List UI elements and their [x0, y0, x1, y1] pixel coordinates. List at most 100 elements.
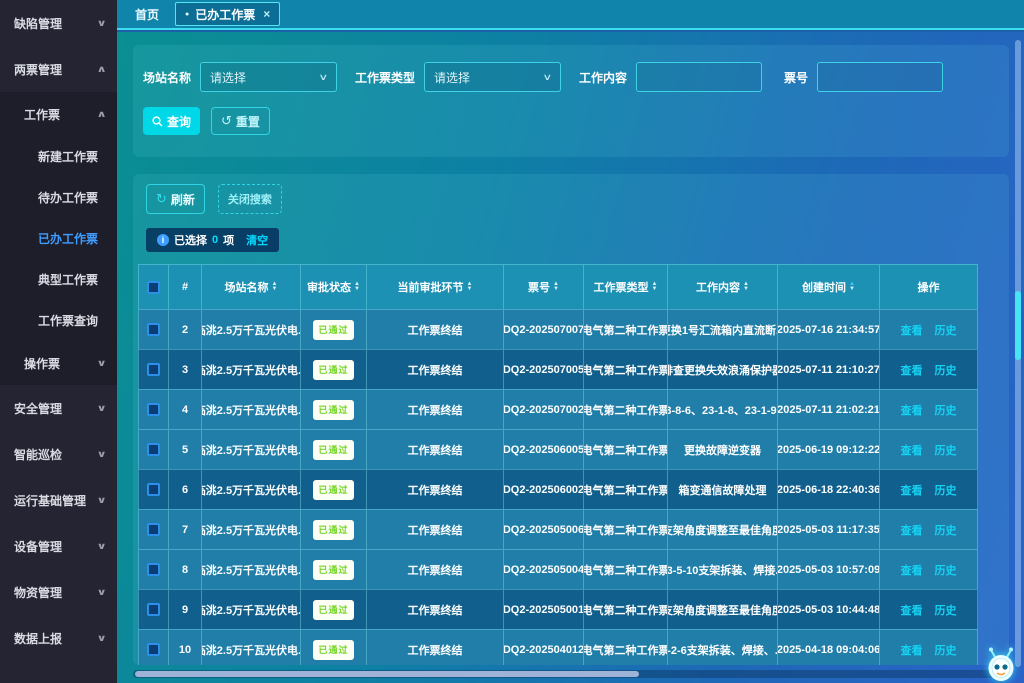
ticket-no-label: 票号 — [784, 69, 808, 86]
history-link[interactable]: 历史 — [935, 362, 957, 378]
selection-bar: i 已选择 0 项 清空 — [146, 228, 279, 252]
close-search-button[interactable]: 关闭搜索 — [218, 184, 282, 214]
view-link[interactable]: 查看 — [901, 562, 923, 578]
ticket-type-select-value: 请选择 — [434, 69, 470, 86]
row-checkbox[interactable] — [147, 603, 160, 616]
sort-icon[interactable] — [849, 282, 855, 292]
sidebar-item-done-work-ticket[interactable]: 已办工作票 — [0, 218, 117, 259]
col-header-station[interactable]: 场站名称 — [202, 265, 301, 309]
view-link[interactable]: 查看 — [901, 522, 923, 538]
sidebar-item-new-work-ticket[interactable]: 新建工作票 — [0, 136, 117, 177]
col-header-status[interactable]: 审批状态 — [301, 265, 367, 309]
history-link[interactable]: 历史 — [935, 482, 957, 498]
select-all-checkbox[interactable] — [147, 281, 160, 294]
clear-selection-link[interactable]: 清空 — [246, 232, 268, 248]
sidebar-item-work-ticket[interactable]: 工作票 ∧ — [0, 92, 117, 136]
ticket-type-select[interactable]: 请选择 ∨ — [424, 62, 561, 92]
sidebar-item-operation-base-mgmt[interactable]: 运行基础管理 ∨ — [0, 477, 117, 523]
tab-bar: 首页 ● 已办工作票 × — [117, 0, 1024, 30]
view-link[interactable]: 查看 — [901, 602, 923, 618]
chevron-down-icon: ∨ — [96, 403, 106, 414]
view-link[interactable]: 查看 — [901, 642, 923, 658]
view-link[interactable]: 查看 — [901, 402, 923, 418]
chevron-down-icon: ∨ — [96, 18, 106, 29]
sidebar-item-defect-mgmt[interactable]: 缺陷管理 ∨ — [0, 0, 117, 46]
search-buttons: 查询 ↺ 重置 — [143, 107, 1009, 135]
col-header-time[interactable]: 创建时间 — [778, 265, 880, 309]
sidebar-item-material-mgmt[interactable]: 物资管理 ∨ — [0, 569, 117, 615]
table-panel: ↻ 刷新 关闭搜索 i 已选择 0 项 清空 # 场站名称 审批状态 当前审批环… — [133, 174, 1009, 665]
sort-icon[interactable] — [743, 282, 749, 292]
sort-icon[interactable] — [467, 282, 473, 292]
vertical-scrollbar[interactable] — [1015, 40, 1021, 667]
query-button[interactable]: 查询 — [143, 107, 200, 135]
view-link[interactable]: 查看 — [901, 442, 923, 458]
col-header-content[interactable]: 工作内容 — [668, 265, 778, 309]
search-panel: 场站名称 请选择 ∨ 工作票类型 请选择 ∨ 工作内容 票号 查询 ↺ 重置 — [133, 45, 1009, 157]
tab-done-work-ticket[interactable]: ● 已办工作票 × — [175, 2, 280, 26]
history-link[interactable]: 历史 — [935, 642, 957, 658]
sidebar: 缺陷管理 ∨ 两票管理 ∧ 工作票 ∧ 新建工作票 待办工作票 已办工作票 典型… — [0, 0, 117, 683]
reset-button[interactable]: ↺ 重置 — [211, 107, 270, 135]
col-header-step[interactable]: 当前审批环节 — [367, 265, 504, 309]
station-name-select[interactable]: 请选择 ∨ — [200, 62, 337, 92]
table-row: 10 临洮2.5万千瓦光伏电... 已通过 工作票终结 DQ2-20250401… — [138, 629, 978, 665]
sidebar-item-typical-work-ticket[interactable]: 典型工作票 — [0, 259, 117, 300]
tab-home[interactable]: 首页 — [127, 3, 167, 26]
row-checkbox[interactable] — [147, 443, 160, 456]
sort-icon[interactable] — [272, 282, 278, 292]
row-checkbox[interactable] — [147, 563, 160, 576]
chevron-up-icon: ∧ — [96, 109, 106, 120]
refresh-button-label: 刷新 — [171, 191, 195, 208]
sort-icon[interactable] — [553, 282, 559, 292]
work-ticket-table: # 场站名称 审批状态 当前审批环节 票号 工作票类型 工作内容 创建时间 操作… — [138, 264, 978, 665]
table-row: 4 临洮2.5万千瓦光伏电... 已通过 工作票终结 DQ2-202507002… — [138, 389, 978, 429]
history-link[interactable]: 历史 — [935, 322, 957, 338]
close-search-label: 关闭搜索 — [228, 191, 272, 207]
row-checkbox[interactable] — [147, 523, 160, 536]
row-checkbox[interactable] — [147, 363, 160, 376]
info-icon: i — [157, 234, 169, 246]
sidebar-item-data-report[interactable]: 数据上报 ∨ — [0, 615, 117, 661]
refresh-button[interactable]: ↻ 刷新 — [146, 184, 205, 214]
row-checkbox[interactable] — [147, 323, 160, 336]
query-button-label: 查询 — [167, 113, 191, 130]
assistant-robot-icon[interactable] — [983, 645, 1019, 683]
history-link[interactable]: 历史 — [935, 562, 957, 578]
view-link[interactable]: 查看 — [901, 362, 923, 378]
col-header-num: # — [169, 265, 202, 309]
tab-close-icon[interactable]: × — [263, 7, 270, 21]
sidebar-item-pending-work-ticket[interactable]: 待办工作票 — [0, 177, 117, 218]
chevron-down-icon: ∨ — [319, 72, 329, 83]
row-checkbox[interactable] — [147, 483, 160, 496]
ticket-type-label: 工作票类型 — [355, 69, 415, 86]
col-header-type[interactable]: 工作票类型 — [584, 265, 668, 309]
ticket-no-input[interactable] — [817, 62, 943, 92]
col-header-ticket[interactable]: 票号 — [504, 265, 584, 309]
horizontal-scrollbar-thumb[interactable] — [135, 671, 639, 677]
history-link[interactable]: 历史 — [935, 522, 957, 538]
col-header-actions: 操作 — [880, 265, 978, 309]
sidebar-item-safety-mgmt[interactable]: 安全管理 ∨ — [0, 385, 117, 431]
vertical-scrollbar-thumb[interactable] — [1015, 291, 1021, 360]
row-checkbox[interactable] — [147, 403, 160, 416]
sidebar-item-operation-ticket[interactable]: 操作票 ∨ — [0, 341, 117, 385]
search-fields: 场站名称 请选择 ∨ 工作票类型 请选择 ∨ 工作内容 票号 — [133, 45, 1009, 92]
sidebar-item-work-ticket-query[interactable]: 工作票查询 — [0, 300, 117, 341]
sidebar-item-two-ticket-mgmt[interactable]: 两票管理 ∧ — [0, 46, 117, 92]
tab-active-label: 已办工作票 — [195, 6, 255, 23]
table-row: 5 临洮2.5万千瓦光伏电... 已通过 工作票终结 DQ2-202506005… — [138, 429, 978, 469]
row-checkbox[interactable] — [147, 643, 160, 656]
history-link[interactable]: 历史 — [935, 402, 957, 418]
view-link[interactable]: 查看 — [901, 322, 923, 338]
work-content-input[interactable] — [636, 62, 762, 92]
sidebar-item-equipment-mgmt[interactable]: 设备管理 ∨ — [0, 523, 117, 569]
view-link[interactable]: 查看 — [901, 482, 923, 498]
sidebar-item-smart-inspection[interactable]: 智能巡检 ∨ — [0, 431, 117, 477]
sort-icon[interactable] — [652, 282, 658, 292]
horizontal-scrollbar[interactable] — [133, 670, 1002, 678]
history-link[interactable]: 历史 — [935, 442, 957, 458]
sort-icon[interactable] — [354, 282, 360, 292]
history-link[interactable]: 历史 — [935, 602, 957, 618]
approved-stamp: 已通过 — [313, 320, 354, 340]
